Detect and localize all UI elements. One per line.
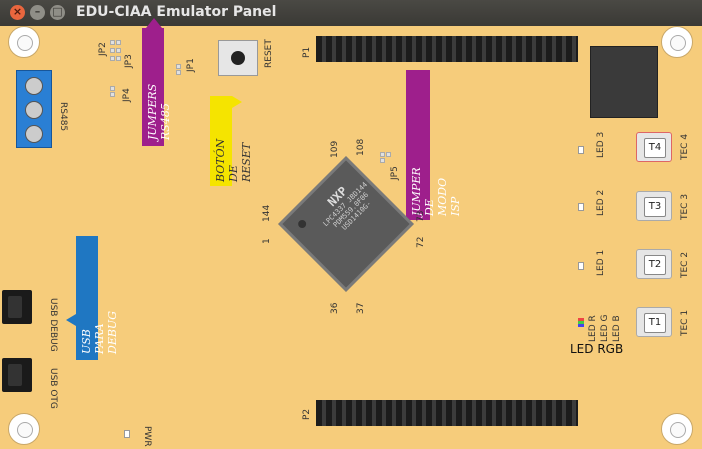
rs485-label: RS485 [58, 102, 68, 132]
jumper-pin [110, 92, 115, 97]
reset-button-flag: BOTÓN DE RESET [210, 96, 253, 186]
led-rgb-label: LED RGB [570, 342, 624, 356]
jumper-modo-isp-flag: JUMPER DE MODO ISP [406, 70, 462, 220]
display-module [590, 46, 658, 118]
close-icon[interactable]: × [10, 5, 25, 20]
usb-debug-flag: USB PARA DEBUG [66, 236, 119, 360]
led-2-label: LED 2 [596, 189, 606, 216]
jumper-pin [116, 40, 121, 45]
led-rgb-indicator [578, 318, 584, 328]
pin-73-label: 73 [416, 210, 426, 222]
jumper-pin [116, 56, 121, 61]
led-1-indicator [578, 262, 584, 270]
usb-debug-connector [2, 290, 32, 324]
p2-header [316, 400, 578, 426]
p1-header [316, 36, 578, 62]
jp5-pin [380, 152, 385, 157]
mount-hole-bottom-right [661, 413, 693, 445]
jumper-pin [110, 56, 115, 61]
pin-36-label: 36 [330, 302, 340, 314]
pin-37-label: 37 [356, 302, 366, 314]
mount-hole-top-right [661, 26, 693, 58]
jp4-label: JP4 [122, 88, 132, 102]
tec-3-label: TEC 3 [680, 193, 690, 220]
led-3-indicator [578, 146, 584, 154]
jp5-label: JP5 [390, 166, 400, 180]
led-r-label: LED R [588, 315, 598, 342]
board-panel: RS485 JP2 JP3 JP1 JP4 JUMPERS RS485 RESE… [0, 18, 702, 449]
p2-label: P2 [302, 408, 312, 420]
mount-hole-top-left [8, 26, 40, 58]
led-b-label: LED B [612, 315, 622, 342]
usb-debug-text: USB PARA DEBUG [80, 311, 119, 354]
p1-label: P1 [302, 46, 312, 58]
window-titlebar: × – □ EDU-CIAA Emulator Panel [0, 0, 702, 26]
minimize-icon[interactable]: – [30, 5, 45, 20]
jumpers-rs485-text: JUMPERS RS485 [146, 83, 172, 140]
led-3-label: LED 3 [596, 131, 606, 158]
pin-108-label: 108 [356, 138, 366, 156]
maximize-icon[interactable]: □ [50, 5, 65, 20]
jumper-pin [116, 48, 121, 53]
jp3-label: JP3 [124, 54, 134, 68]
tec-1-button[interactable]: T1 [636, 307, 672, 337]
usb-debug-label: USB DEBUG [48, 298, 58, 352]
jumper-pin [176, 64, 181, 69]
jumper-modo-isp-text: JUMPER DE MODO ISP [410, 167, 462, 216]
jp1-label: JP1 [186, 58, 196, 72]
tec-3-button[interactable]: T3 [636, 191, 672, 221]
led-1-label: LED 1 [596, 249, 606, 276]
tec-4-label: TEC 4 [680, 133, 690, 160]
window-title: EDU-CIAA Emulator Panel [76, 4, 277, 20]
pin-72-label: 72 [416, 236, 426, 248]
usb-otg-connector [2, 358, 32, 392]
tec-2-button[interactable]: T2 [636, 249, 672, 279]
tec-4-button[interactable]: T4 [636, 132, 672, 162]
jumper-pin [110, 86, 115, 91]
reset-button[interactable] [218, 40, 258, 76]
jp5-pin [380, 158, 385, 163]
screw-icon [25, 101, 43, 119]
jumpers-rs485-flag: JUMPERS RS485 [142, 18, 172, 146]
pwr-led [124, 430, 130, 438]
tec-1-label: TEC 1 [680, 309, 690, 336]
reset-button-text: BOTÓN DE RESET [214, 138, 253, 182]
pin-1-label: 1 [262, 238, 272, 244]
rs485-terminal-block [16, 70, 52, 148]
screw-icon [25, 125, 43, 143]
jumper-pin [110, 48, 115, 53]
pin-109-label: 109 [330, 140, 340, 158]
jumper-pin [110, 40, 115, 45]
screw-icon [25, 77, 43, 95]
pwr-label: PWR [142, 426, 152, 447]
usb-otg-label: USB OTG [48, 368, 58, 409]
pin-144-label: 144 [262, 204, 272, 222]
jp2-label: JP2 [98, 42, 108, 56]
led-g-label: LED G [600, 314, 610, 342]
reset-label: RESET [264, 39, 274, 68]
mount-hole-bottom-left [8, 413, 40, 445]
tec-2-label: TEC 2 [680, 251, 690, 278]
led-2-indicator [578, 203, 584, 211]
jumper-pin [176, 70, 181, 75]
jp5-pin [386, 152, 391, 157]
